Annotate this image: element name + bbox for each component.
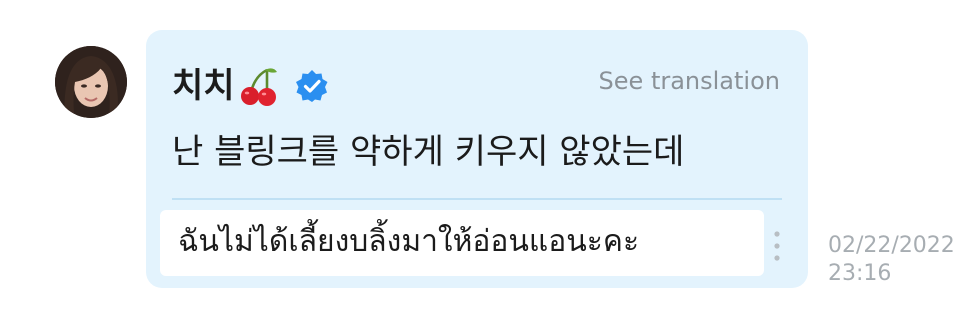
verified-badge-icon xyxy=(295,69,329,103)
see-translation-link[interactable]: See translation xyxy=(599,66,780,96)
chat-message-row: 치치 See translation 난 블링크를 약하게 키우지 않았는데 ฉ… xyxy=(0,0,960,320)
timestamp-date: 02/22/2022 xyxy=(828,233,955,258)
message-bubble[interactable]: 치치 See translation 난 블링크를 약하게 키우지 않았는데 ฉ… xyxy=(146,30,808,288)
message-header: 치치 xyxy=(172,64,329,108)
vertical-ellipsis-icon[interactable] xyxy=(772,228,782,264)
translated-text: ฉันไม่ได้เลี้ยงบลิ้งมาให้อ่อนแอนะคะ xyxy=(178,224,640,259)
avatar[interactable] xyxy=(55,46,127,118)
message-timestamp: 02/22/2022 23:16 xyxy=(828,232,955,288)
translation-box: ฉันไม่ได้เลี้ยงบลิ้งมาให้อ่อนแอนะคะ xyxy=(160,210,764,276)
sender-name[interactable]: 치치 xyxy=(172,66,235,106)
message-text: 난 블링크를 약하게 키우지 않았는데 xyxy=(172,132,685,172)
translation-divider xyxy=(172,198,782,200)
timestamp-time: 23:16 xyxy=(828,261,892,286)
cherry-icon xyxy=(237,64,281,108)
